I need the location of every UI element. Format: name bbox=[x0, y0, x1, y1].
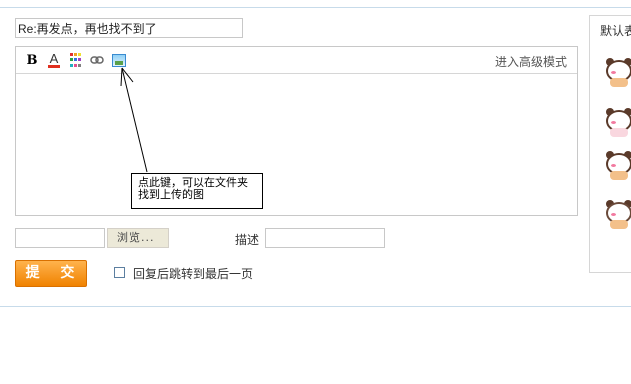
file-path-input[interactable] bbox=[15, 228, 105, 248]
emoticon-sidebar: 默认表情 bbox=[589, 15, 631, 273]
annotation-callout: 点此键，可以在文件夹 找到上传的图 bbox=[131, 173, 263, 209]
description-label: 描述 bbox=[235, 233, 260, 247]
submit-button[interactable]: 提 交 bbox=[15, 260, 87, 287]
description-input[interactable] bbox=[265, 228, 385, 248]
jump-last-page-label[interactable]: 回复后跳转到最后一页 bbox=[133, 265, 253, 282]
emoticon-sidebar-title[interactable]: 默认表情 bbox=[600, 22, 631, 39]
jump-last-page-checkbox[interactable] bbox=[114, 267, 125, 278]
annotation-line-2: 找到上传的图 bbox=[138, 188, 204, 201]
annotation-arrow bbox=[120, 67, 148, 173]
panda-emoticon-2[interactable] bbox=[604, 108, 631, 138]
panda-emoticon-3[interactable] bbox=[604, 151, 631, 181]
panda-emoticon-4[interactable] bbox=[604, 200, 631, 230]
panda-emoticon-1[interactable] bbox=[604, 58, 631, 88]
browse-button[interactable]: 浏览... bbox=[107, 228, 169, 248]
